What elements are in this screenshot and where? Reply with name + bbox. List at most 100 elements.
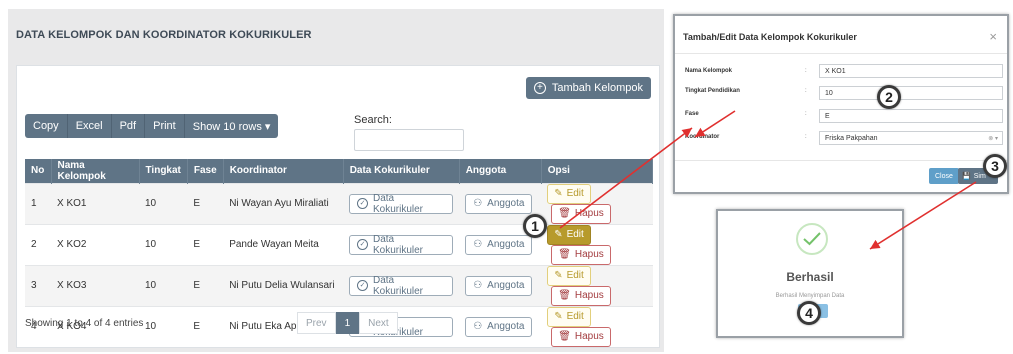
edit-label: Edit — [566, 188, 584, 199]
modal-close-button[interactable]: Close — [929, 168, 959, 184]
show-rows-dropdown[interactable]: Show 10 rows ▾ — [184, 114, 279, 138]
data-kokurikuler-button[interactable]: ✓ Data Kokurikuler — [349, 234, 454, 256]
edit-icon: ✎ — [554, 188, 563, 199]
edit-label: Edit — [566, 311, 584, 322]
cell-data: ✓ Data Kokurikuler — [343, 223, 460, 265]
page-title: DATA KELOMPOK DAN KOORDINATOR KOKURIKULE… — [16, 29, 312, 41]
anggota-button[interactable]: ⚇ Anggota — [465, 234, 533, 255]
user-check-icon: ⚇ — [473, 239, 483, 250]
main-panel: DATA KELOMPOK DAN KOORDINATOR KOKURIKULE… — [8, 9, 664, 352]
anggota-label: Anggota — [487, 280, 525, 291]
table-header-row: No Nama Kelompok Tingkat Fase Koordinato… — [25, 159, 654, 183]
close-icon[interactable]: × — [989, 29, 997, 44]
step-marker-4: 4 — [797, 301, 821, 325]
page-1-button[interactable]: 1 — [335, 312, 360, 334]
copy-button[interactable]: Copy — [25, 114, 68, 138]
edit-label: Edit — [566, 229, 584, 240]
koordinator-select[interactable]: Friska Pakpahan ⊗ ▾ — [819, 131, 1003, 145]
delete-button[interactable]: 🗑 Hapus — [551, 326, 611, 347]
save-label: Sim — [973, 172, 986, 180]
col-header-nama[interactable]: Nama Kelompok — [51, 159, 140, 183]
nama-kelompok-input[interactable]: X KO1 — [819, 64, 1003, 78]
anggota-label: Anggota — [487, 239, 525, 250]
cell-opsi: ✎ Edit 🗑 Hapus — [541, 223, 653, 265]
anggota-button[interactable]: ⚇ Anggota — [465, 316, 533, 337]
cell-tingkat: 10 — [139, 182, 188, 224]
data-kokurikuler-button[interactable]: ✓ Data Kokurikuler — [349, 192, 454, 215]
search-input[interactable] — [354, 129, 464, 151]
edit-button[interactable]: ✎ Edit — [547, 265, 591, 286]
tingkat-pendidikan-input[interactable]: 10 — [819, 86, 1003, 100]
edit-label: Edit — [566, 270, 584, 281]
clear-chevron-icon: ⊗ ▾ — [988, 135, 998, 142]
next-page-button[interactable]: Next — [359, 312, 398, 334]
cell-tingkat: 10 — [139, 305, 188, 347]
col-header-opsi[interactable]: Opsi — [541, 159, 654, 183]
user-check-icon: ⚇ — [473, 321, 483, 332]
trash-icon: 🗑 — [558, 208, 571, 219]
delete-button[interactable]: 🗑 Hapus — [551, 244, 611, 265]
cell-data: ✓ Data Kokurikuler — [343, 182, 460, 224]
add-group-button[interactable]: + Tambah Kelompok — [525, 77, 651, 99]
trash-icon: 🗑 — [558, 290, 571, 301]
edit-button[interactable]: ✎ Edit — [547, 306, 591, 327]
excel-button[interactable]: Excel — [67, 114, 112, 138]
col-header-fase[interactable]: Fase — [187, 159, 224, 183]
data-kokurikuler-button[interactable]: ✓ Data Kokurikuler — [349, 274, 454, 297]
field-label-koordinator: Koordinator — [685, 134, 720, 140]
pdf-button[interactable]: Pdf — [111, 114, 146, 138]
cell-opsi: ✎ Edit 🗑 Hapus — [541, 305, 653, 347]
prev-page-button[interactable]: Prev — [297, 312, 336, 334]
col-header-koordinator[interactable]: Koordinator — [223, 159, 344, 183]
edit-button[interactable]: ✎ Edit — [547, 183, 591, 204]
plus-circle-icon: + — [533, 82, 546, 94]
modal-divider — [675, 53, 1007, 54]
col-header-anggota[interactable]: Anggota — [459, 159, 542, 183]
edit-group-modal: Tambah/Edit Data Kelompok Kokurikuler × … — [673, 14, 1009, 194]
edit-icon: ✎ — [554, 270, 563, 281]
modal-title: Tambah/Edit Data Kelompok Kokurikuler — [683, 32, 857, 42]
edit-button[interactable]: ✎ Edit — [547, 224, 591, 245]
delete-label: Hapus — [574, 208, 604, 219]
check-circle-icon: ✓ — [357, 280, 368, 291]
cell-fase: E — [187, 264, 224, 306]
trash-icon: 🗑 — [558, 249, 571, 260]
data-kokurikuler-label: Data Kokurikuler — [372, 192, 424, 215]
field-colon: : — [805, 111, 807, 117]
table-row: 1 X KO1 10 E Ni Wayan Ayu Miraliati ✓ Da… — [25, 182, 653, 224]
add-group-label: Tambah Kelompok — [551, 82, 643, 94]
col-header-tingkat[interactable]: Tingkat — [139, 159, 188, 183]
data-kokurikuler-label: Data Kokurikuler — [372, 274, 424, 297]
entries-info: Showing 1 to 4 of 4 entries — [25, 318, 144, 329]
field-colon: : — [805, 134, 807, 140]
print-button[interactable]: Print — [145, 114, 185, 138]
trash-icon: 🗑 — [558, 331, 571, 342]
col-header-no[interactable]: No — [25, 159, 52, 183]
success-message: Berhasil Menyimpan Data — [775, 293, 845, 299]
anggota-button[interactable]: ⚇ Anggota — [465, 275, 533, 296]
success-check-icon — [796, 223, 828, 255]
cell-tingkat: 10 — [139, 223, 188, 265]
fase-input[interactable]: E — [819, 109, 1003, 123]
anggota-button[interactable]: ⚇ Anggota — [465, 193, 533, 214]
cell-no: 2 — [25, 223, 51, 265]
col-header-data-kokurikuler[interactable]: Data Kokurikuler — [343, 159, 460, 183]
delete-button[interactable]: 🗑 Hapus — [551, 285, 611, 306]
cell-anggota: ⚇ Anggota — [459, 264, 542, 306]
step-marker-2: 2 — [877, 85, 901, 109]
modal-footer-divider — [675, 160, 1007, 161]
delete-label: Hapus — [574, 249, 604, 260]
edit-icon: ✎ — [554, 311, 563, 322]
cell-no: 3 — [25, 264, 51, 306]
cell-koordinator: Pande Wayan Meita — [223, 223, 344, 265]
cell-tingkat: 10 — [139, 264, 188, 306]
cell-nama: X KO1 — [51, 182, 139, 224]
cell-fase: E — [187, 223, 224, 265]
user-check-icon: ⚇ — [473, 280, 483, 291]
cell-fase: E — [187, 182, 224, 224]
cell-anggota: ⚇ Anggota — [459, 305, 542, 347]
cell-nama: X KO2 — [51, 223, 139, 265]
delete-button[interactable]: 🗑 Hapus — [551, 203, 611, 224]
save-icon: 💾 — [962, 173, 971, 180]
export-button-group: Copy Excel Pdf Print Show 10 rows ▾ — [25, 114, 279, 138]
